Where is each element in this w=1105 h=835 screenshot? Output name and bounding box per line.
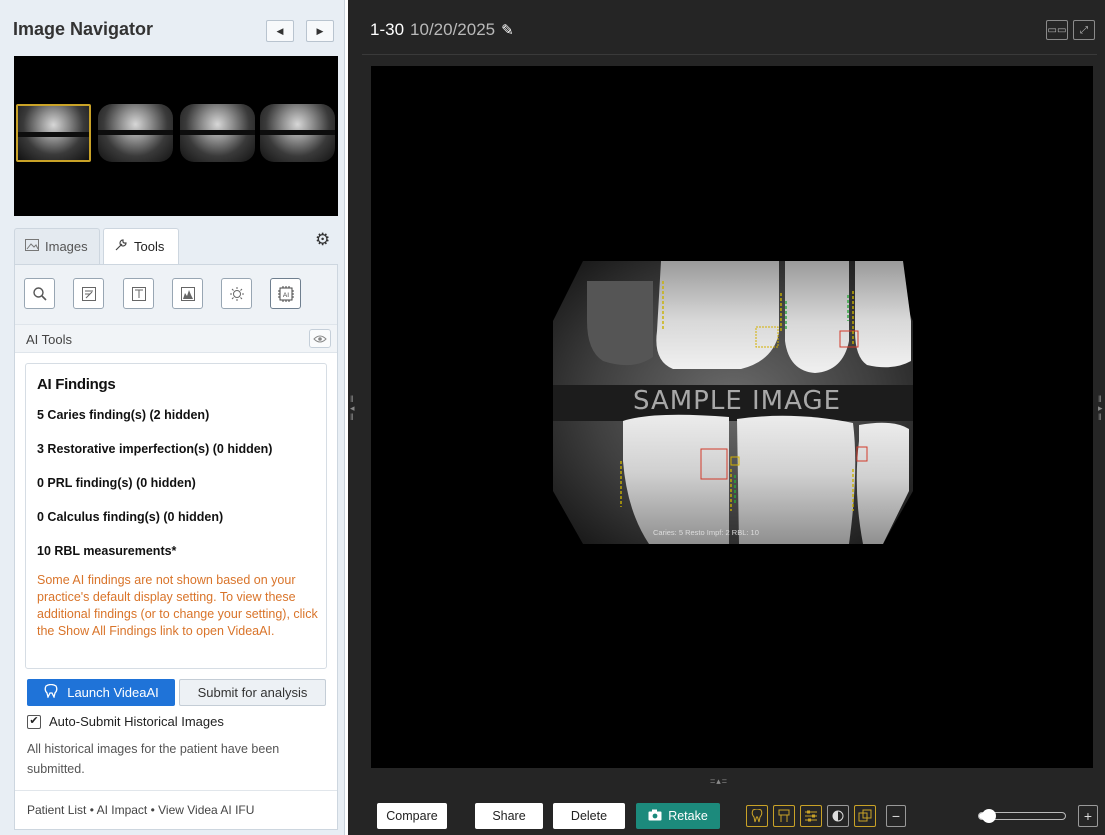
- brightness-tool-icon[interactable]: [221, 278, 252, 309]
- delete-button[interactable]: Delete: [553, 803, 625, 829]
- prev-image-button[interactable]: ◀: [266, 20, 294, 42]
- image-number: 1-30: [370, 20, 405, 39]
- right-collapse-handle[interactable]: ‖ ▸ ‖: [1098, 395, 1104, 423]
- ai-tools-label: AI Tools: [26, 332, 73, 347]
- thumbnail-strip: [14, 56, 338, 216]
- history-note: All historical images for the patient ha…: [27, 742, 280, 776]
- retake-button[interactable]: Retake: [636, 803, 720, 829]
- auto-submit-label: Auto-Submit Historical Images: [49, 714, 224, 729]
- viewer-divider: [362, 54, 1097, 55]
- auto-submit-checkbox[interactable]: ✔: [27, 714, 41, 729]
- zoom-in-button[interactable]: +: [1078, 805, 1098, 827]
- thumbnail-4[interactable]: [260, 104, 335, 162]
- layout-icon[interactable]: ▭▭: [1046, 20, 1068, 40]
- copy-overlay-icon[interactable]: [854, 805, 876, 827]
- left-panel: Image Navigator ◀ ▶ Images Tools ⚙ AI AI…: [0, 0, 345, 835]
- left-collapse-handle[interactable]: ‖ ◂ ‖: [350, 395, 356, 423]
- tab-tools[interactable]: Tools: [103, 228, 179, 264]
- footer-links[interactable]: Patient List • AI Impact • View Videa AI…: [27, 803, 254, 817]
- viewer-title: 1-30 10/20/2025 ✎: [370, 20, 514, 40]
- ai-tools-header: AI Tools: [15, 325, 337, 353]
- auto-submit-row[interactable]: ✔ Auto-Submit Historical Images: [27, 714, 224, 729]
- caries-findings: 5 Caries finding(s) (2 hidden): [37, 408, 210, 422]
- bottom-collapse-handle[interactable]: =▴=: [710, 776, 728, 787]
- pencil-icon[interactable]: ✎: [501, 21, 514, 39]
- thumbnail-2[interactable]: [98, 104, 173, 162]
- calculus-findings: 0 Calculus finding(s) (0 hidden): [37, 510, 224, 524]
- annotate-tool-icon[interactable]: [73, 278, 104, 309]
- camera-icon: [648, 809, 662, 824]
- retake-label: Retake: [668, 809, 708, 823]
- tab-images[interactable]: Images: [14, 228, 100, 264]
- tab-tools-label: Tools: [134, 239, 165, 254]
- findings-display-note: Some AI findings are not shown based on …: [37, 573, 318, 638]
- zoom-slider-knob[interactable]: [982, 809, 997, 823]
- zoom-tool-icon[interactable]: [24, 278, 55, 309]
- wrench-icon: [114, 238, 128, 255]
- sample-watermark: SAMPLE IMAGE: [632, 386, 842, 416]
- thumbnail-3[interactable]: [180, 104, 255, 162]
- image-viewer: 1-30 10/20/2025 ✎ ▭▭ ⤢ ‖ ◂ ‖ ‖ ▸ ‖ SAMPL…: [348, 0, 1105, 835]
- triangle-left-icon: ◀: [276, 25, 284, 36]
- compare-button[interactable]: Compare: [377, 803, 447, 829]
- ai-tool-icon[interactable]: AI: [270, 278, 301, 309]
- thumbnail-1[interactable]: [16, 104, 91, 162]
- findings-caption: Caries: 5 Resto Impf: 2 RBL: 10: [653, 528, 759, 537]
- tooth-icon: [43, 683, 59, 701]
- restorative-findings: 3 Restorative imperfection(s) (0 hidden): [37, 442, 273, 456]
- tools-panel: AI AI Tools AI Findings 5 Caries finding…: [14, 264, 338, 830]
- contrast-icon[interactable]: [827, 805, 849, 827]
- crown-icon[interactable]: [773, 805, 795, 827]
- image-date: 10/20/2025: [410, 20, 496, 39]
- gear-icon[interactable]: ⚙: [315, 230, 330, 250]
- filter-settings-icon[interactable]: [800, 805, 822, 827]
- zoom-out-button[interactable]: −: [886, 805, 906, 827]
- panel-tabs: Images Tools: [0, 222, 345, 264]
- triangle-right-icon: ▶: [316, 25, 324, 36]
- footer-divider: [15, 790, 337, 791]
- navigator-title: Image Navigator: [13, 19, 154, 39]
- prl-findings: 0 PRL finding(s) (0 hidden): [37, 476, 196, 490]
- next-image-button[interactable]: ▶: [306, 20, 334, 42]
- launch-videaai-button[interactable]: Launch VideaAI: [27, 679, 175, 706]
- navigator-header: Image Navigator ◀ ▶: [0, 0, 345, 56]
- tooth-chart-icon[interactable]: [746, 805, 768, 827]
- ai-findings-title: AI Findings: [37, 376, 116, 393]
- expand-icon[interactable]: ⤢: [1073, 20, 1095, 40]
- image-icon: [25, 239, 39, 254]
- viewer-toolbar: Compare Share Delete Retake − +: [348, 795, 1105, 835]
- svg-text:AI: AI: [282, 292, 288, 299]
- rbl-measurements: 10 RBL measurements*: [37, 544, 177, 558]
- histogram-tool-icon[interactable]: [172, 278, 203, 309]
- zoom-slider[interactable]: [978, 809, 1066, 823]
- launch-videaai-label: Launch VideaAI: [67, 685, 159, 700]
- text-tool-icon[interactable]: [123, 278, 154, 309]
- xray-canvas[interactable]: SAMPLE IMAGE Caries: 5 Resto Impf: 2 RBL…: [371, 66, 1093, 768]
- tab-images-label: Images: [45, 239, 88, 254]
- eye-icon[interactable]: [309, 329, 331, 348]
- submit-for-analysis-button[interactable]: Submit for analysis: [179, 679, 326, 706]
- share-button[interactable]: Share: [475, 803, 543, 829]
- ai-findings-box: AI Findings 5 Caries finding(s) (2 hidde…: [25, 363, 327, 669]
- tool-icon-bar: AI: [15, 265, 337, 325]
